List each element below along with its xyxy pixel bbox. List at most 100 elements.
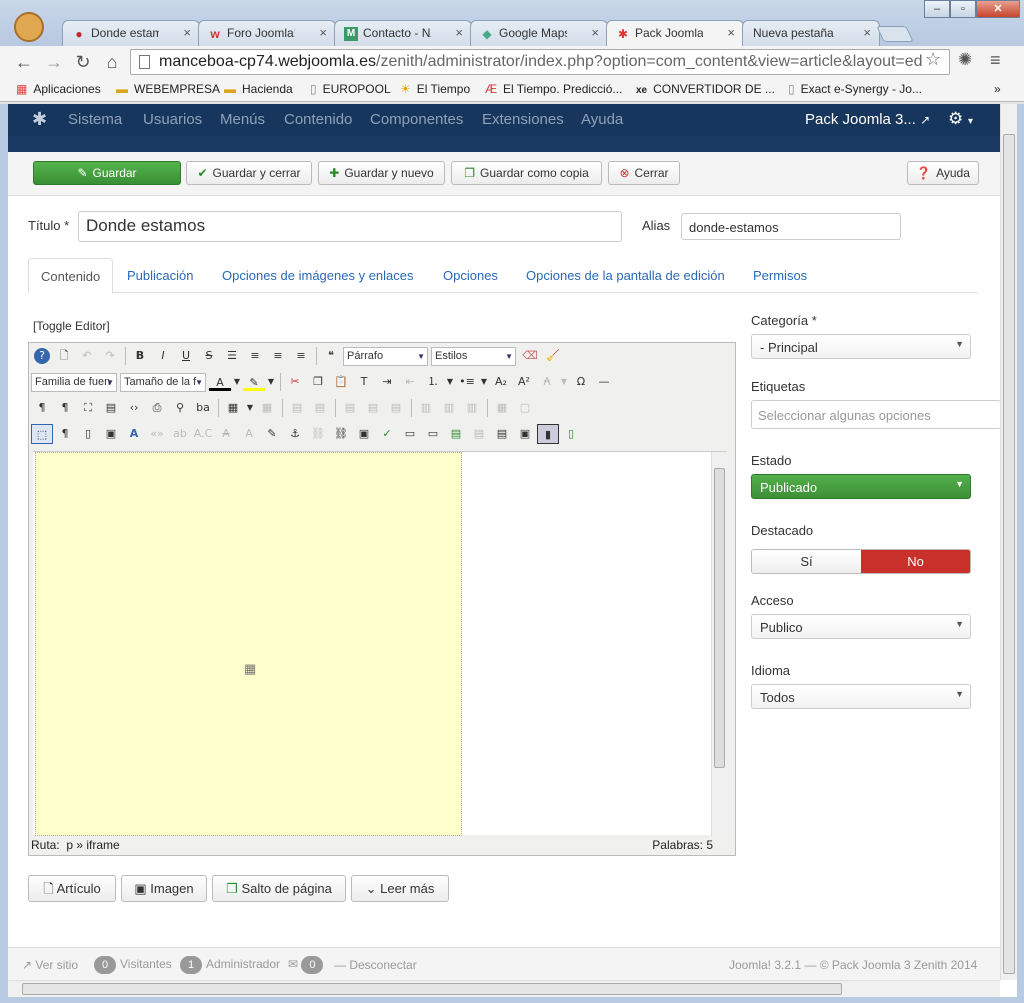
browser-tab-pack-joomla[interactable]: ✱ Pack Joomla 3× (606, 20, 744, 47)
bookmarks-overflow-icon[interactable]: » (994, 82, 1001, 96)
delete-col-icon[interactable]: ▥ (461, 398, 483, 418)
broom-icon[interactable]: 🧹 (542, 346, 564, 366)
maximize-button[interactable]: ▫ (950, 0, 976, 18)
close-tab-icon[interactable]: × (319, 25, 327, 40)
template-insert-icon[interactable]: ▤ (491, 424, 513, 444)
help-icon[interactable]: ? (34, 348, 50, 364)
browser-tab-contacto[interactable]: M Contacto - NAT× (334, 20, 472, 46)
tab-permisos[interactable]: Permisos (753, 258, 807, 294)
home-icon[interactable]: ⌂ (102, 52, 122, 72)
spellcheck-icon[interactable]: ✓ (376, 424, 398, 444)
menu-menus[interactable]: Menús (220, 111, 265, 128)
text-color-icon[interactable]: A (209, 373, 231, 391)
paste-text-icon[interactable]: T (353, 372, 375, 392)
insert-article-button[interactable]: 🗋 Artículo (28, 875, 116, 902)
insert-time-icon[interactable]: ▤ (468, 424, 490, 444)
editor-content-area[interactable]: ▦ (33, 451, 727, 836)
bookmark-convertidor[interactable]: xe CONVERTIDOR DE ... (636, 82, 775, 96)
tab-pantalla-edicion[interactable]: Opciones de la pantalla de edición (526, 258, 725, 294)
rtl-paragraph-icon[interactable]: ¶ (54, 398, 76, 418)
text-direction-icon[interactable]: ₳ (536, 372, 558, 392)
pagebreak-icon[interactable]: ▭ (422, 424, 444, 444)
alias-input[interactable]: donde-estamos (681, 213, 901, 240)
strikethrough-icon[interactable]: S (198, 346, 220, 366)
col-before-icon[interactable]: ▥ (415, 398, 437, 418)
editor-document[interactable]: ▦ (35, 452, 462, 836)
messages-indicator[interactable]: ✉ 0 (288, 956, 327, 974)
save-new-button[interactable]: ✚ Guardar y nuevo (318, 161, 445, 185)
ltr-paragraph-icon[interactable]: ¶ (31, 398, 53, 418)
image-icon[interactable]: ▣ (353, 424, 375, 444)
row-after-icon[interactable]: ▤ (362, 398, 384, 418)
page-horizontal-scrollbar[interactable] (8, 980, 1000, 997)
language-select[interactable]: Todos ▼ (751, 684, 971, 709)
featured-no-button[interactable]: No (861, 550, 970, 573)
bookmark-europool[interactable]: ▯ EUROPOOL (310, 82, 391, 96)
abbr-icon[interactable]: ab (169, 424, 191, 444)
dropdown-arrow-icon[interactable]: ▼ (479, 372, 489, 392)
bookmark-el-tiempo[interactable]: ☀ El Tiempo (400, 82, 470, 96)
align-justify-icon[interactable]: ☰ (221, 346, 243, 366)
browser-tab-nueva[interactable]: Nueva pestaña × (742, 20, 880, 46)
tags-input[interactable]: Seleccionar algunas opciones (751, 400, 1001, 429)
font-size-select[interactable]: Tamaño de la f ▼ (120, 372, 206, 392)
font-family-select[interactable]: Familia de fuen ▼ (31, 372, 117, 392)
editor-scrollbar[interactable] (711, 452, 727, 836)
gear-icon[interactable]: ⚙ ▾ (948, 109, 973, 129)
logout-link[interactable]: — Desconectar (334, 958, 417, 972)
paste-icon[interactable]: 📋 (330, 372, 352, 392)
back-arrow-icon[interactable]: ← (14, 52, 34, 72)
toggle-editor-link[interactable]: [Toggle Editor] (33, 319, 110, 333)
styles-select[interactable]: Estilos ▼ (431, 346, 516, 366)
source-code-icon[interactable]: ‹› (123, 398, 145, 418)
col-after-icon[interactable]: ▥ (438, 398, 460, 418)
address-bar[interactable]: manceboa-cp74.webjoomla.es/zenith/admini… (130, 49, 950, 75)
bookmark-webempresa[interactable]: ▬ WEBEMPRESA (116, 82, 220, 96)
bold-icon[interactable]: B (129, 346, 151, 366)
save-copy-button[interactable]: ❐ Guardar como copia (451, 161, 602, 185)
close-button[interactable]: ⊗ Cerrar (608, 161, 680, 185)
cut-icon[interactable]: ✂ (284, 372, 306, 392)
undo-icon[interactable]: ↶ (76, 346, 98, 366)
delete-row-icon[interactable]: ▤ (385, 398, 407, 418)
title-input[interactable]: Donde estamos (78, 211, 622, 242)
reload-icon[interactable]: ↻ (73, 52, 93, 72)
featured-yes-button[interactable]: Sí (752, 550, 861, 573)
preview-icon[interactable]: ▤ (100, 398, 122, 418)
help-button[interactable]: ❓ Ayuda (907, 161, 979, 185)
insert-image-button[interactable]: ▣ Imagen (121, 875, 207, 902)
align-center-icon[interactable]: ≡ (244, 346, 266, 366)
horizontal-scrollbar-thumb[interactable] (22, 983, 842, 995)
site-link[interactable]: Pack Joomla 3... ↗ (805, 111, 930, 128)
blockquote-icon[interactable]: ❝ (320, 346, 342, 366)
numbered-list-icon[interactable]: ⒈ (422, 372, 444, 392)
acronym-icon[interactable]: A.C (192, 424, 214, 444)
anchor-icon[interactable]: ⚓ (284, 424, 306, 444)
bookmark-star-icon[interactable]: ☆ (925, 49, 941, 70)
bookmark-exact[interactable]: ▯ Exact e-Synergy - Jo... (788, 82, 922, 96)
menu-componentes[interactable]: Componentes (370, 111, 463, 128)
link-icon[interactable]: ⛓ (330, 424, 352, 444)
extension-icon[interactable]: ✺ (958, 50, 972, 70)
close-tab-icon[interactable]: × (863, 25, 871, 40)
save-button[interactable]: ✎ Guardar (33, 161, 181, 185)
underline-icon[interactable]: U (175, 346, 197, 366)
unlink-icon[interactable]: ⛓ (307, 424, 329, 444)
find-icon[interactable]: ⚲ (169, 398, 191, 418)
align-left-icon[interactable]: ≡ (267, 346, 289, 366)
subscript-icon[interactable]: A₂ (490, 372, 512, 392)
dropdown-arrow-icon[interactable]: ▼ (245, 398, 255, 418)
page-scrollbar-thumb[interactable] (1003, 134, 1015, 974)
horizontal-rule-icon[interactable]: — (593, 372, 615, 392)
menu-extensiones[interactable]: Extensiones (482, 111, 564, 128)
superscript-icon[interactable]: A² (513, 372, 535, 392)
browser-menu-icon[interactable]: ≡ (990, 50, 1001, 71)
delete-table-icon[interactable]: ▦ (256, 398, 278, 418)
close-tab-icon[interactable]: × (727, 25, 735, 40)
indent-icon[interactable]: ⇥ (376, 372, 398, 392)
menu-usuarios[interactable]: Usuarios (143, 111, 202, 128)
merge-cells-icon[interactable]: ▢ (514, 398, 536, 418)
outdent-icon[interactable]: ⇤ (399, 372, 421, 392)
tab-imagenes-enlaces[interactable]: Opciones de imágenes y enlaces (222, 258, 414, 294)
print-icon[interactable]: ⎙ (146, 398, 168, 418)
